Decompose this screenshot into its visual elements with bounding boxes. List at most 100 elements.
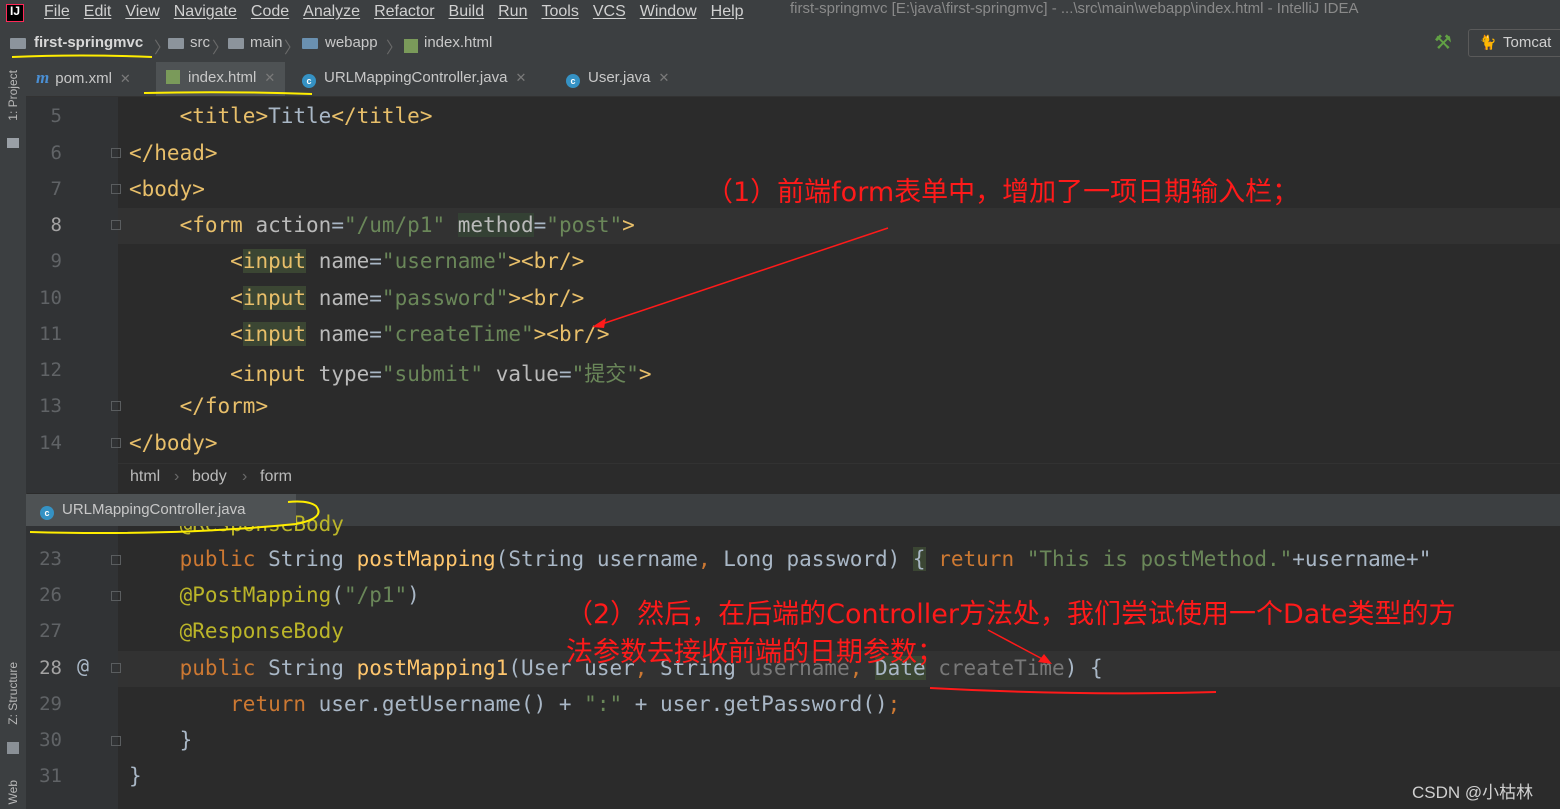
fold-marker[interactable]: [111, 184, 121, 194]
line-number: 31: [39, 765, 62, 787]
line-number: 28: [39, 657, 62, 679]
watermark: CSDN @小枯林: [1412, 783, 1534, 802]
fold-marker[interactable]: [111, 401, 121, 411]
code-line: <body>: [129, 177, 205, 201]
nav-src[interactable]: src: [190, 28, 210, 58]
html-file-icon: [166, 70, 180, 84]
build-hammer-icon[interactable]: ⚒: [1434, 30, 1452, 55]
code-line: <input name="username"><br/>: [230, 249, 585, 273]
line-number: 29: [39, 693, 62, 715]
menu-edit[interactable]: Edit: [84, 3, 112, 21]
navigation-bar: first-springmvc 〉 src 〉 main 〉 webapp 〉 …: [0, 28, 1560, 63]
web-folder-icon: [302, 38, 318, 49]
crumb-form[interactable]: form: [260, 468, 292, 486]
code-line: </form>: [179, 394, 269, 418]
nav-main[interactable]: main: [250, 28, 283, 58]
menu-analyze[interactable]: Analyze: [303, 3, 360, 21]
run-config-label: Tomcat: [1503, 34, 1552, 51]
close-icon[interactable]: ✕: [659, 70, 670, 85]
tab-label: pom.xml: [55, 70, 112, 87]
tab-pom-xml[interactable]: m pom.xml ✕: [36, 62, 131, 96]
html-breadcrumbs: html › body › form: [118, 463, 1560, 494]
crumb-body[interactable]: body: [192, 468, 227, 486]
class-icon: c: [566, 74, 580, 88]
nav-index-html[interactable]: index.html: [424, 28, 492, 58]
line-number: 13: [39, 395, 62, 417]
code-line: @PostMapping("/p1"): [179, 583, 420, 607]
annotation-note-2-line-2: 法参数去接收前端的日期参数；: [566, 637, 944, 668]
crumb-html[interactable]: html: [130, 468, 160, 486]
line-number: 12: [39, 359, 62, 381]
project-tool-button[interactable]: 1: Project: [6, 70, 20, 121]
menu-vcs[interactable]: VCS: [593, 3, 626, 21]
line-number: 10: [39, 287, 62, 309]
left-tool-stripe: 1: Project Z: Structure Web: [0, 62, 27, 809]
maven-icon: m: [36, 68, 50, 87]
line-number: 11: [39, 323, 62, 345]
line-number: 14: [39, 432, 62, 454]
folder-icon: [168, 38, 184, 49]
fold-marker[interactable]: [111, 148, 121, 158]
menu-refactor[interactable]: Refactor: [374, 3, 434, 21]
tab-urlmappingcontroller[interactable]: c URLMappingController.java ✕: [302, 62, 526, 96]
line-number: 6: [50, 142, 62, 164]
code-line: @ResponseBody: [179, 619, 344, 643]
class-icon: c: [302, 74, 316, 88]
line-number: 7: [50, 178, 62, 200]
crumb-gutter: [26, 463, 118, 493]
fold-marker[interactable]: [111, 438, 121, 448]
tab-label: index.html: [188, 69, 257, 86]
close-icon[interactable]: ✕: [120, 71, 131, 86]
fold-marker[interactable]: [111, 663, 121, 673]
code-line: </head>: [129, 141, 218, 165]
run-config-selector[interactable]: 🐈 Tomcat: [1468, 29, 1560, 57]
intellij-logo-icon: IJ: [6, 4, 24, 22]
implements-marker-icon[interactable]: @: [77, 654, 89, 678]
line-number: 30: [39, 729, 62, 751]
menu-run[interactable]: Run: [498, 3, 527, 21]
html-file-icon: [404, 39, 418, 53]
code-line: public String postMapping(String usernam…: [179, 547, 1432, 571]
close-icon[interactable]: ✕: [515, 70, 526, 85]
highlight-underline: [11, 54, 153, 58]
fold-marker[interactable]: [111, 555, 121, 565]
window-title: first-springmvc [E:\java\first-springmvc…: [790, 0, 1359, 17]
menu-code[interactable]: Code: [251, 3, 289, 21]
nav-separator: 〉: [212, 40, 229, 57]
highlight-underline: [29, 500, 320, 534]
folder-icon: [228, 38, 244, 49]
code-line: <input name="password"><br/>: [230, 286, 585, 310]
menu-bar: IJ File Edit View Navigate Code Analyze …: [0, 0, 1560, 28]
annotation-note-2-line-1: （2）然后，在后端的Controller方法处，我们尝试使用一个Date类型的方: [566, 599, 1456, 630]
menu-tools[interactable]: Tools: [541, 3, 578, 21]
structure-tool-button[interactable]: Z: Structure: [6, 662, 20, 725]
close-icon[interactable]: ✕: [264, 70, 275, 85]
nav-separator: 〉: [284, 40, 301, 57]
code-line: <input name="createTime"><br/>: [230, 322, 610, 346]
structure-icon: [7, 742, 19, 754]
menu-view[interactable]: View: [125, 3, 159, 21]
crumb-separator: ›: [174, 468, 180, 485]
line-number: 23: [39, 548, 62, 570]
nav-webapp[interactable]: webapp: [325, 28, 378, 58]
project-folder-icon: [7, 138, 19, 148]
code-line: }: [129, 764, 142, 788]
line-number: 27: [39, 620, 62, 642]
menu-help[interactable]: Help: [711, 3, 744, 21]
menu-navigate[interactable]: Navigate: [174, 3, 237, 21]
menu-window[interactable]: Window: [640, 3, 697, 21]
fold-marker[interactable]: [111, 591, 121, 601]
nav-separator: 〉: [386, 40, 403, 57]
fold-marker[interactable]: [111, 220, 121, 230]
web-tool-button[interactable]: Web: [6, 780, 20, 804]
project-folder-icon: [10, 38, 26, 49]
fold-marker[interactable]: [111, 736, 121, 746]
line-number: 26: [39, 584, 62, 606]
menu-file[interactable]: File: [44, 3, 70, 21]
highlight-underline: [143, 91, 313, 95]
tab-user-java[interactable]: c User.java ✕: [566, 62, 669, 96]
tomcat-icon: 🐈: [1479, 34, 1497, 50]
code-line: </body>: [129, 431, 218, 455]
html-editor[interactable]: [118, 97, 1560, 463]
menu-build[interactable]: Build: [449, 3, 485, 21]
